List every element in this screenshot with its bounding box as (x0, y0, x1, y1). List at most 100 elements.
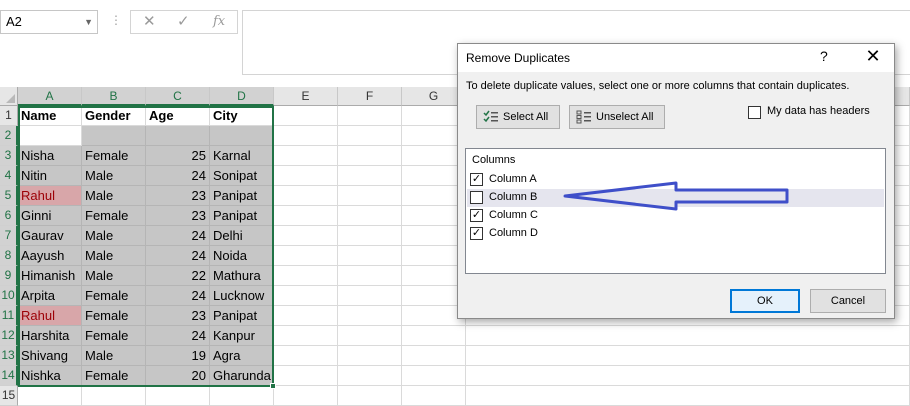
row-header-6[interactable]: 6 (0, 206, 18, 226)
cell-f15[interactable] (338, 386, 402, 406)
cell-e8[interactable] (274, 246, 338, 266)
cancel-icon[interactable]: ✕ (143, 12, 156, 30)
cell-b14[interactable]: Female (82, 366, 146, 386)
cell-c13[interactable]: 19 (146, 346, 210, 366)
column-item-b[interactable]: Column B (467, 189, 884, 207)
cell-d6[interactable]: Panipat (210, 206, 274, 226)
column-item-a[interactable]: ✓ Column A (467, 171, 884, 189)
cell-a11[interactable]: Rahul (18, 306, 82, 326)
cell-c7[interactable]: 24 (146, 226, 210, 246)
cell-e9[interactable] (274, 266, 338, 286)
cell-d3[interactable]: Karnal (210, 146, 274, 166)
cell-c6[interactable]: 23 (146, 206, 210, 226)
cell-d7[interactable]: Delhi (210, 226, 274, 246)
select-all-corner[interactable] (0, 87, 18, 106)
cell-b4[interactable]: Male (82, 166, 146, 186)
cell-f14[interactable] (338, 366, 402, 386)
cell-a13[interactable]: Shivang (18, 346, 82, 366)
cell-c3[interactable]: 25 (146, 146, 210, 166)
cell-f7[interactable] (338, 226, 402, 246)
row-header-4[interactable]: 4 (0, 166, 18, 186)
cell-b3[interactable]: Female (82, 146, 146, 166)
row-header-15[interactable]: 15 (0, 386, 18, 406)
cell-c14[interactable]: 20 (146, 366, 210, 386)
cell-row-tail[interactable] (466, 366, 910, 386)
cell-e10[interactable] (274, 286, 338, 306)
cell-e1[interactable] (274, 106, 338, 126)
cell-a5[interactable]: Rahul (18, 186, 82, 206)
cell-c1[interactable]: Age (146, 106, 210, 126)
cell-d13[interactable]: Agra (210, 346, 274, 366)
column-header-e[interactable]: E (274, 87, 338, 106)
column-header-d[interactable]: D (210, 87, 274, 106)
cell-b13[interactable]: Male (82, 346, 146, 366)
row-header-5[interactable]: 5 (0, 186, 18, 206)
cell-e12[interactable] (274, 326, 338, 346)
enter-icon[interactable]: ✓ (177, 12, 190, 30)
cell-a7[interactable]: Gaurav (18, 226, 82, 246)
name-box[interactable]: A2 ▼ (0, 10, 98, 34)
cell-e15[interactable] (274, 386, 338, 406)
cell-e5[interactable] (274, 186, 338, 206)
cell-c8[interactable]: 24 (146, 246, 210, 266)
cell-b8[interactable]: Male (82, 246, 146, 266)
cancel-button[interactable]: Cancel (810, 289, 886, 313)
column-d-checkbox[interactable]: ✓ (470, 227, 483, 240)
cell-d12[interactable]: Kanpur (210, 326, 274, 346)
cell-row-tail[interactable] (466, 326, 910, 346)
cell-b5[interactable]: Male (82, 186, 146, 206)
columns-list[interactable]: Columns ✓ Column A Column B ✓ Column C ✓… (465, 148, 886, 274)
column-b-checkbox[interactable] (470, 191, 483, 204)
cell-b9[interactable]: Male (82, 266, 146, 286)
cell-e11[interactable] (274, 306, 338, 326)
cell-f9[interactable] (338, 266, 402, 286)
cell-b11[interactable]: Female (82, 306, 146, 326)
cell-f4[interactable] (338, 166, 402, 186)
cell-d10[interactable]: Lucknow (210, 286, 274, 306)
cell-d9[interactable]: Mathura (210, 266, 274, 286)
cell-d1[interactable]: City (210, 106, 274, 126)
cell-a1[interactable]: Name (18, 106, 82, 126)
cell-f3[interactable] (338, 146, 402, 166)
cell-d15[interactable] (210, 386, 274, 406)
chevron-down-icon[interactable]: ▼ (84, 11, 93, 33)
help-icon[interactable]: ? (820, 48, 828, 64)
cell-e3[interactable] (274, 146, 338, 166)
column-header-f[interactable]: F (338, 87, 402, 106)
row-header-10[interactable]: 10 (0, 286, 18, 306)
cell-b10[interactable]: Female (82, 286, 146, 306)
column-header-c[interactable]: C (146, 87, 210, 106)
cell-f6[interactable] (338, 206, 402, 226)
cell-g15[interactable] (402, 386, 466, 406)
cell-f11[interactable] (338, 306, 402, 326)
select-all-button[interactable]: Select All (476, 105, 560, 129)
row-header-9[interactable]: 9 (0, 266, 18, 286)
cell-c9[interactable]: 22 (146, 266, 210, 286)
cell-f5[interactable] (338, 186, 402, 206)
cell-f8[interactable] (338, 246, 402, 266)
cell-row-tail[interactable] (466, 386, 910, 406)
column-a-checkbox[interactable]: ✓ (470, 173, 483, 186)
cell-a4[interactable]: Nitin (18, 166, 82, 186)
cell-a15[interactable] (18, 386, 82, 406)
row-header-11[interactable]: 11 (0, 306, 18, 326)
cell-a9[interactable]: Himanish (18, 266, 82, 286)
cell-row-tail[interactable] (466, 346, 910, 366)
row-header-7[interactable]: 7 (0, 226, 18, 246)
insert-function-icon[interactable]: fx (213, 14, 225, 29)
cell-g13[interactable] (402, 346, 466, 366)
cell-c11[interactable]: 23 (146, 306, 210, 326)
cell-b2[interactable] (82, 126, 146, 146)
cell-b15[interactable] (82, 386, 146, 406)
cell-f13[interactable] (338, 346, 402, 366)
cell-f2[interactable] (338, 126, 402, 146)
cell-a8[interactable]: Aayush (18, 246, 82, 266)
column-header-a[interactable]: A (18, 87, 82, 106)
unselect-all-button[interactable]: Unselect All (569, 105, 665, 129)
cell-e2[interactable] (274, 126, 338, 146)
ok-button[interactable]: OK (730, 289, 800, 313)
cell-b6[interactable]: Female (82, 206, 146, 226)
cell-a14[interactable]: Nishka (18, 366, 82, 386)
row-header-3[interactable]: 3 (0, 146, 18, 166)
row-header-13[interactable]: 13 (0, 346, 18, 366)
